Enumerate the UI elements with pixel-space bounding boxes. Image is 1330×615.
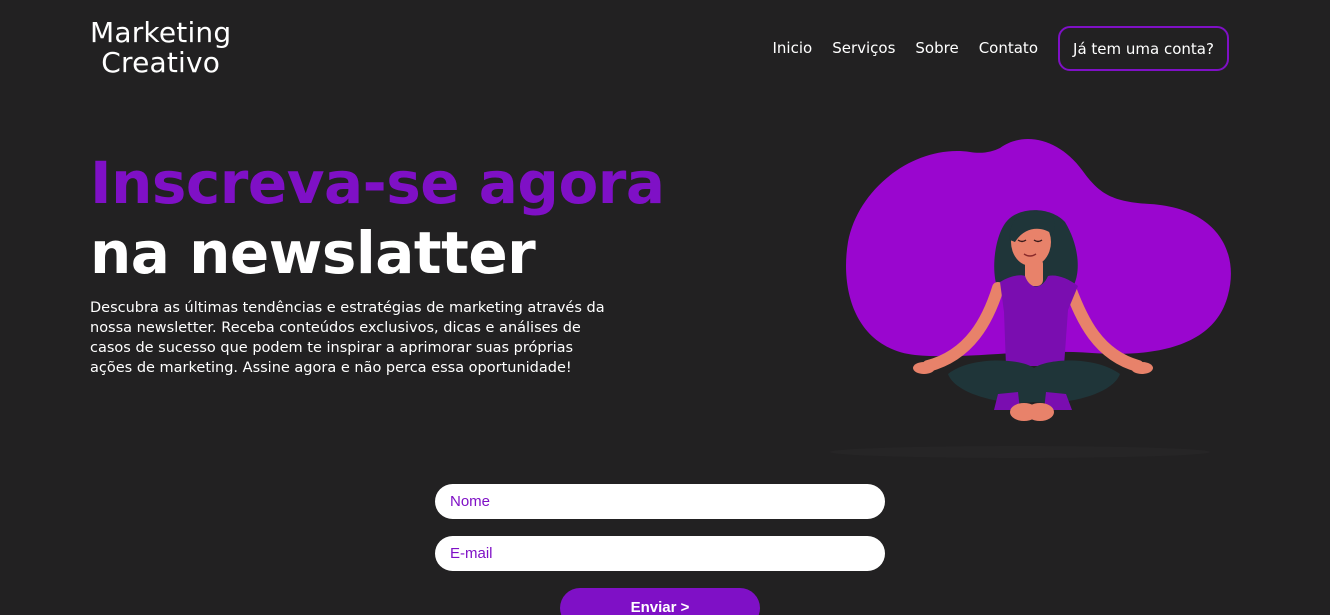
login-button[interactable]: Já tem uma conta? bbox=[1058, 26, 1229, 71]
nav-link-about[interactable]: Sobre bbox=[915, 38, 958, 58]
logo-line-1: Marketing bbox=[90, 16, 232, 49]
name-input[interactable] bbox=[435, 484, 885, 519]
meditating-woman-illustration bbox=[820, 130, 1240, 470]
main-nav: Inicio Serviços Sobre Contato bbox=[773, 38, 1039, 58]
headline-accent: Inscreva-se agora bbox=[90, 149, 665, 217]
logo-line-2: Creativo bbox=[101, 46, 221, 79]
hero-description: Descubra as últimas tendências e estraté… bbox=[90, 300, 605, 376]
logo[interactable]: Marketing Creativo bbox=[90, 18, 231, 78]
page: Marketing Creativo Inicio Serviços Sobre… bbox=[0, 0, 1330, 615]
submit-button[interactable]: Enviar > bbox=[560, 588, 760, 615]
email-input[interactable] bbox=[435, 536, 885, 571]
headline-main: na newslatter bbox=[90, 219, 536, 287]
nav-link-home[interactable]: Inicio bbox=[773, 38, 813, 58]
nav-link-services[interactable]: Serviços bbox=[832, 38, 895, 58]
nav-link-contact[interactable]: Contato bbox=[979, 38, 1038, 58]
meditation-icon bbox=[830, 139, 1231, 458]
